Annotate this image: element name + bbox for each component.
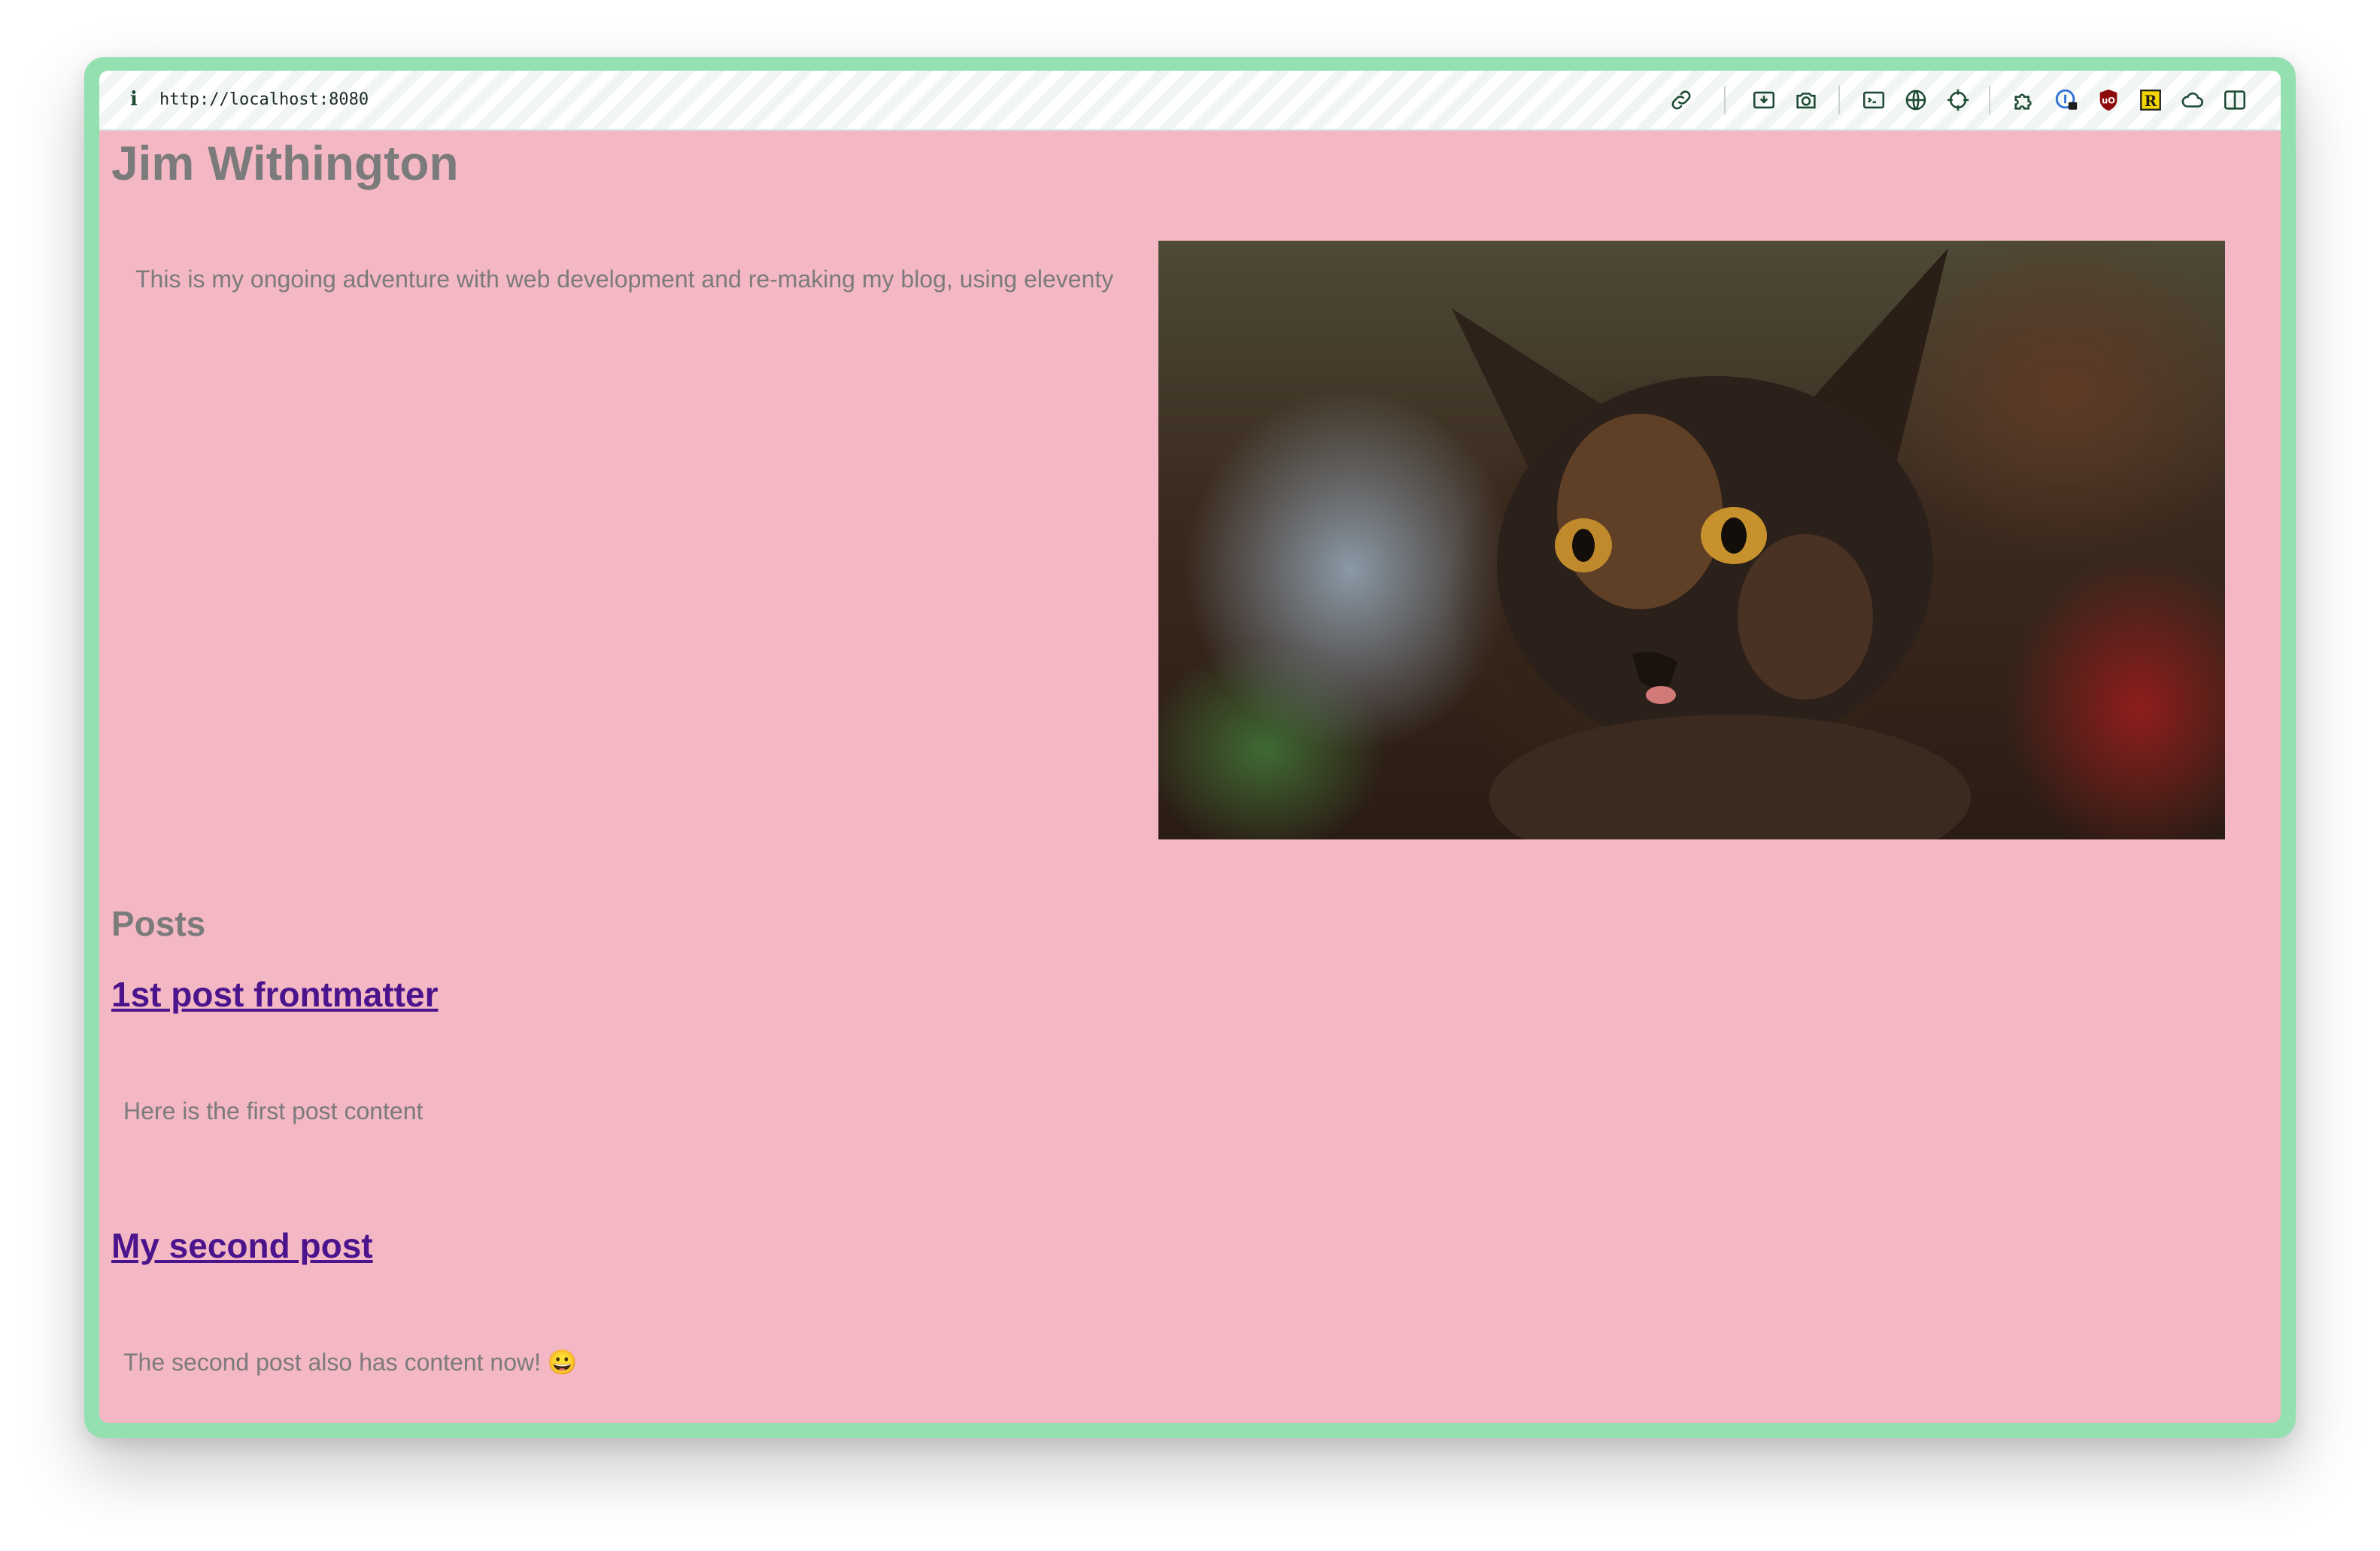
post-title-link[interactable]: 1st post frontmatter — [111, 973, 438, 1015]
toolbar-separator — [1989, 86, 1990, 114]
svg-text:uO: uO — [2102, 95, 2115, 105]
browser-window: i http://localhost:8080 uO R Jim Withing… — [84, 57, 2296, 1438]
hero-cat-image — [1158, 241, 2225, 839]
terminal-icon[interactable] — [1859, 86, 1888, 114]
page-content: Jim Withington This is my ongoing advent… — [99, 131, 2281, 1423]
post-title-link[interactable]: My second post — [111, 1225, 373, 1267]
browser-viewport: i http://localhost:8080 uO R Jim Withing… — [99, 71, 2281, 1423]
r-extension-icon[interactable]: R — [2136, 86, 2165, 114]
toolbar-separator — [1838, 86, 1840, 114]
sidebar-icon[interactable] — [2221, 86, 2249, 114]
link-icon[interactable] — [1667, 86, 1695, 114]
ublock-icon[interactable]: uO — [2094, 86, 2123, 114]
toolbar-separator — [1724, 86, 1726, 114]
crosshair-icon[interactable] — [1944, 86, 1972, 114]
browser-toolbar: i http://localhost:8080 uO R — [99, 71, 2281, 131]
globe-icon[interactable] — [1902, 86, 1930, 114]
intro-text: This is my ongoing adventure with web de… — [135, 266, 1114, 293]
svg-text:R: R — [2145, 92, 2157, 110]
post-content: Here is the first post content — [123, 1097, 423, 1125]
password-icon[interactable] — [2052, 86, 2081, 114]
site-title: Jim Withington — [111, 136, 459, 190]
camera-icon[interactable] — [1792, 86, 1820, 114]
posts-heading: Posts — [111, 904, 206, 943]
puzzle-icon[interactable] — [2010, 86, 2038, 114]
save-icon[interactable] — [1750, 86, 1778, 114]
post-content: The second post also has content now! 😀 — [123, 1349, 578, 1376]
cloud-icon[interactable] — [2178, 86, 2207, 114]
address-bar[interactable]: http://localhost:8080 — [159, 89, 369, 111]
info-icon[interactable]: i — [125, 87, 143, 111]
